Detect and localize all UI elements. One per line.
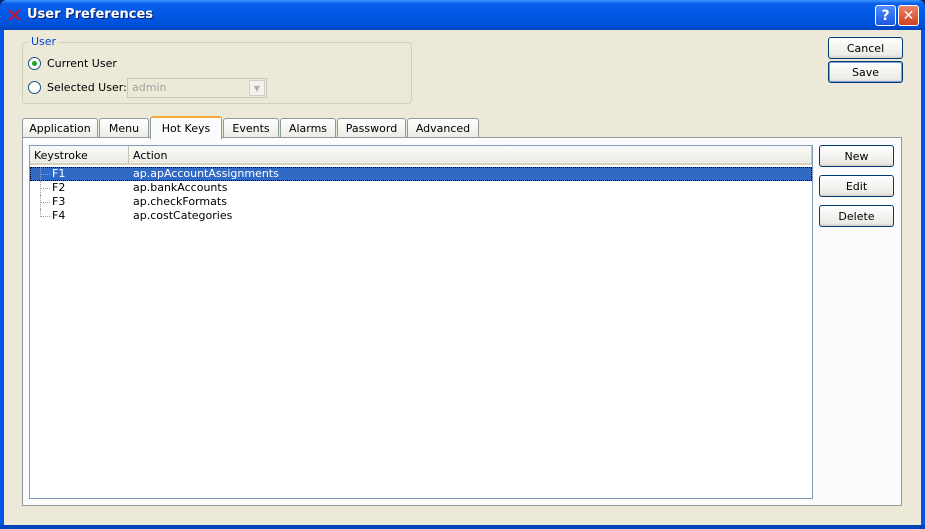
- current-user-label: Current User: [47, 57, 117, 70]
- row-keystroke: F1: [52, 167, 66, 180]
- user-group-title: User: [28, 35, 60, 48]
- tab-advanced[interactable]: Advanced: [407, 118, 479, 138]
- help-button[interactable]: ?: [875, 5, 896, 26]
- chevron-down-icon[interactable]: ▼: [249, 80, 265, 96]
- table-row[interactable]: F2 ap.bankAccounts: [30, 181, 812, 195]
- tab-events[interactable]: Events: [223, 118, 279, 138]
- tab-alarms[interactable]: Alarms: [280, 118, 336, 138]
- column-header-action[interactable]: Action: [129, 146, 812, 165]
- tab-application[interactable]: Application: [22, 118, 98, 138]
- dialog-client-area: User Current User Selected User: admin ▼…: [4, 30, 921, 525]
- row-action: ap.apAccountAssignments: [133, 167, 279, 180]
- title-bar[interactable]: User Preferences ? ✕: [0, 0, 925, 30]
- row-action: ap.costCategories: [133, 209, 233, 222]
- selected-user-combobox[interactable]: admin ▼: [127, 78, 267, 98]
- cancel-button[interactable]: Cancel: [828, 37, 903, 59]
- save-button[interactable]: Save: [828, 61, 903, 83]
- list-header: Keystroke Action: [30, 146, 812, 165]
- selected-user-value: admin: [132, 81, 167, 94]
- table-row[interactable]: F1 ap.apAccountAssignments: [30, 167, 812, 181]
- delete-button[interactable]: Delete: [819, 205, 894, 227]
- hotkeys-rows: F1 ap.apAccountAssignments F2 ap.bankAcc…: [30, 167, 812, 223]
- tab-menu[interactable]: Menu: [99, 118, 149, 138]
- new-button[interactable]: New: [819, 145, 894, 167]
- hotkeys-list[interactable]: Keystroke Action F1 ap.apAccountAssignme…: [29, 145, 813, 499]
- window-bottom-border: [0, 525, 925, 529]
- radio-selected-dot: [32, 61, 37, 66]
- edit-button[interactable]: Edit: [819, 175, 894, 197]
- row-keystroke: F2: [52, 181, 66, 194]
- table-row[interactable]: F4 ap.costCategories: [30, 209, 812, 223]
- close-button[interactable]: ✕: [898, 5, 919, 26]
- tab-hot-keys[interactable]: Hot Keys: [150, 116, 222, 139]
- radio-circle[interactable]: [28, 81, 41, 94]
- tree-connector: [40, 181, 50, 195]
- selected-user-radio[interactable]: Selected User:: [28, 81, 127, 94]
- column-header-keystroke[interactable]: Keystroke: [30, 146, 129, 165]
- selected-user-label: Selected User:: [47, 81, 127, 94]
- row-keystroke: F3: [52, 195, 66, 208]
- radio-circle[interactable]: [28, 57, 41, 70]
- row-action: ap.checkFormats: [133, 195, 227, 208]
- close-icon: ✕: [902, 7, 915, 24]
- app-logo-icon: [8, 10, 21, 20]
- current-user-radio[interactable]: Current User: [28, 57, 117, 70]
- row-action: ap.bankAccounts: [133, 181, 228, 194]
- user-preferences-window: User Preferences ? ✕ User Current User S…: [0, 0, 925, 529]
- tab-password[interactable]: Password: [337, 118, 406, 138]
- window-title: User Preferences: [27, 7, 154, 22]
- tree-connector: [40, 167, 50, 181]
- row-keystroke: F4: [52, 209, 66, 222]
- tree-connector: [40, 209, 50, 217]
- tree-connector: [40, 195, 50, 209]
- table-row[interactable]: F3 ap.checkFormats: [30, 195, 812, 209]
- help-icon: ?: [881, 7, 890, 24]
- hot-keys-panel: Keystroke Action F1 ap.apAccountAssignme…: [22, 137, 902, 506]
